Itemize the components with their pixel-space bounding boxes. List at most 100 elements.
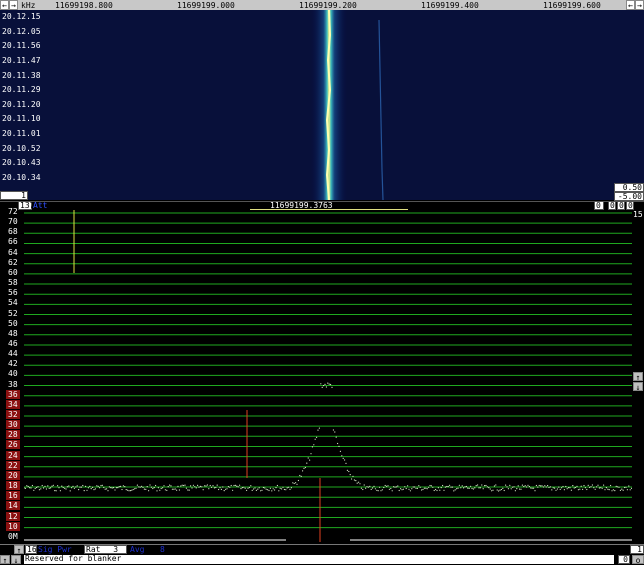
spectrum-point [337, 442, 339, 445]
spectrum-point [598, 487, 601, 489]
waterfall-time-7: 20.11.20 [2, 100, 41, 109]
spectrum-point [58, 487, 60, 489]
y-label-66: 66 [8, 237, 18, 247]
spectrum-point [190, 485, 192, 487]
spectrum-point [253, 488, 255, 490]
spectrum-point [248, 486, 250, 489]
spectrum-point [450, 486, 452, 488]
spectrum-point [492, 489, 494, 491]
spectrum-right-value-3[interactable]: 0 [617, 201, 625, 210]
spectrum-point [146, 486, 148, 488]
status-value[interactable]: 16 [25, 545, 37, 554]
spectrum-point [507, 488, 509, 490]
spectrum-point [239, 484, 241, 486]
spectrum-point [397, 485, 399, 487]
spectrum-point [36, 486, 38, 489]
spectrum-point [297, 479, 299, 482]
spectrum-point [155, 484, 157, 487]
spectrum-point [398, 489, 400, 492]
spectrum-left-value[interactable]: 137 [18, 201, 34, 210]
spectrum-point [463, 487, 465, 489]
status-rat-box[interactable]: Rat 3 [84, 545, 127, 554]
spectrum-right-value-1[interactable]: 0 [594, 201, 604, 210]
spectrum-point [335, 436, 337, 438]
spectrum-point [122, 485, 124, 487]
spectrum-point [86, 489, 88, 491]
status-up-button[interactable]: ↑ [14, 545, 24, 555]
ruler-left2-button[interactable]: → [9, 0, 18, 10]
scroll-up-button[interactable]: ↑ [633, 372, 643, 382]
spectrum-point [482, 488, 484, 490]
spectrum-point [440, 487, 442, 489]
status-row2-right-button[interactable]: o [632, 555, 644, 565]
spectrum-point [349, 474, 351, 476]
spectrum-point [202, 489, 204, 491]
spectrum-point [587, 484, 589, 486]
spectrum-point [131, 489, 133, 491]
spectrum-point [90, 488, 92, 490]
spectrum-point [292, 482, 294, 484]
spectrum-point [219, 487, 221, 489]
spectrum-point [244, 487, 246, 489]
spectrum-point [92, 486, 94, 488]
spectrum-point [345, 462, 347, 464]
waterfall-display[interactable] [0, 10, 644, 200]
spectrum-point [125, 489, 127, 491]
status-row2-right-value[interactable]: 0 [618, 555, 630, 564]
spectrum-point [169, 484, 171, 486]
status-row2-down-button[interactable]: ↓ [11, 555, 21, 565]
spectrum-point [346, 469, 348, 471]
ruler-left-button[interactable]: ← [0, 0, 9, 10]
scroll-down-button[interactable]: ↓ [633, 382, 643, 392]
spectrum-right-value-2[interactable]: 0 [608, 201, 616, 210]
waterfall-bottom-left-value[interactable]: 1 [0, 191, 28, 200]
spectrum-point [348, 470, 350, 473]
spectrum-point [148, 490, 150, 492]
spectrum-point [166, 489, 168, 491]
spectrum-point [366, 486, 368, 488]
waterfall-time-5: 20.11.38 [2, 71, 41, 80]
y-label-70: 70 [8, 217, 18, 227]
spectrum-point [509, 484, 511, 486]
ruler-right-right-button[interactable]: → [635, 0, 644, 10]
spectrum-point [373, 485, 375, 487]
spectrum-point [414, 486, 416, 488]
spectrum-right-value-4[interactable]: 0 [626, 201, 634, 210]
waterfall-offset-value[interactable]: -5.00 [614, 192, 644, 201]
spectrum-point [597, 484, 599, 486]
spectrum-point [365, 487, 367, 489]
spectrum-point [538, 484, 540, 487]
y-label-56: 56 [8, 288, 18, 298]
spectrum-point [458, 484, 460, 486]
spectrum-point [377, 490, 379, 492]
spectrum-point [184, 484, 186, 486]
spectrum-point [467, 487, 469, 489]
spectrum-point [283, 488, 285, 491]
spectrum-point [372, 487, 374, 489]
ruler-right-left-button[interactable]: ← [626, 0, 635, 10]
spectrum-point [334, 431, 336, 433]
spectrum-point [93, 489, 95, 491]
spectrum-point [66, 486, 68, 488]
spectrum-point [523, 485, 525, 488]
spectrum-point [78, 489, 80, 491]
spectrum-point [478, 487, 480, 489]
status-row2-up-button[interactable]: ↑ [0, 555, 10, 565]
spectrum-point [71, 487, 73, 489]
spectrum-point [586, 488, 588, 491]
spectrum-point [76, 485, 78, 487]
spectrum-point [236, 485, 238, 487]
spectrum-point [230, 484, 232, 487]
spectrum-point [304, 466, 306, 469]
spectrum-point [275, 487, 277, 489]
spectrum-point [75, 486, 77, 488]
spectrum-point [150, 486, 152, 488]
spectrum-point [573, 487, 575, 489]
spectrum-point [296, 483, 298, 485]
status-right-value[interactable]: 1 [630, 545, 644, 554]
spectrum-plot[interactable] [23, 210, 633, 542]
spectrum-point [188, 489, 190, 491]
spectrum-point [475, 485, 477, 487]
waterfall-gain-value[interactable]: 0.50 [614, 183, 644, 192]
spectrum-point [295, 482, 297, 484]
